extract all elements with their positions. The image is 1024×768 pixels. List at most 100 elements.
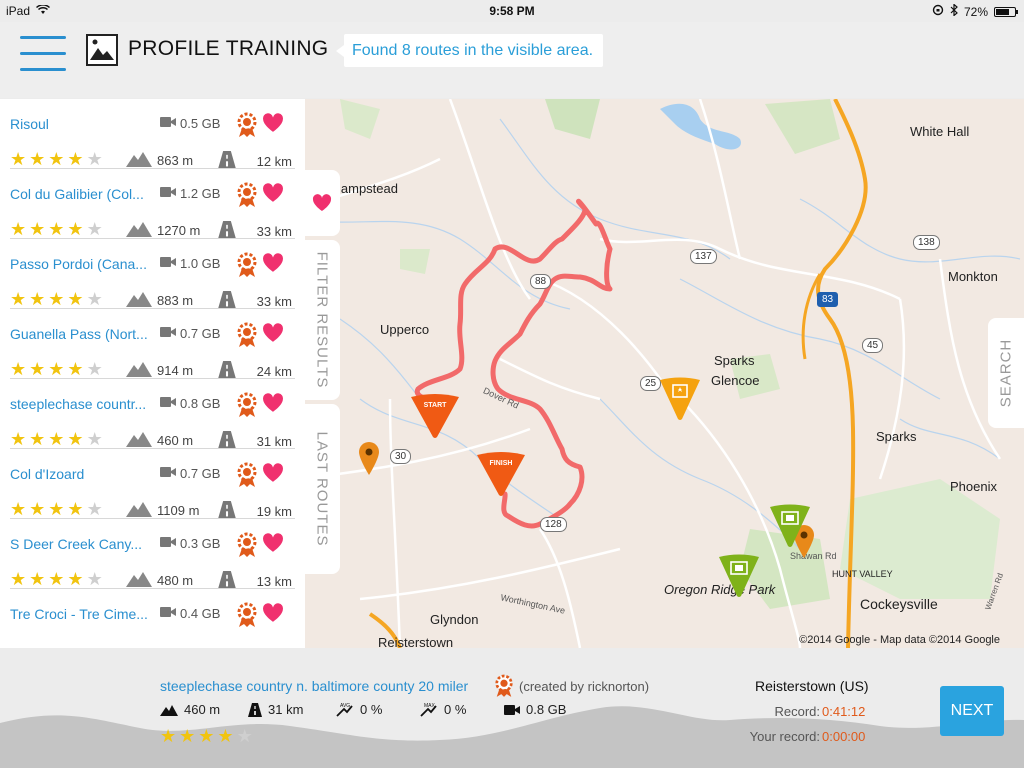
tab-favorites[interactable]: [304, 170, 340, 236]
star-icon: ★: [10, 289, 27, 309]
route-distance-value: 13 km: [256, 574, 292, 589]
route-name[interactable]: Guanella Pass (Nort...: [10, 326, 150, 342]
video-camera-icon: [160, 326, 176, 341]
road-shield: 128: [540, 517, 567, 532]
route-size: 0.8 GB: [160, 396, 220, 411]
next-button[interactable]: NEXT: [940, 686, 1004, 736]
svg-text:AVG: AVG: [340, 703, 350, 709]
route-name[interactable]: S Deer Creek Cany...: [10, 536, 150, 552]
star-icon: ★: [179, 726, 196, 746]
star-icon: ★: [236, 726, 253, 746]
star-icon: ★: [86, 569, 103, 589]
route-name[interactable]: Tre Croci - Tre Cime...: [10, 606, 150, 622]
star-icon: ★: [29, 219, 46, 239]
selected-route-panel: steeplechase country n. baltimore county…: [0, 648, 1024, 768]
star-icon: ★: [86, 219, 103, 239]
route-list-item[interactable]: Passo Pordoi (Cana... 1.0 GB ★ ★ ★ ★ ★ 883 m 33 …: [0, 239, 305, 309]
star-icon: ★: [10, 359, 27, 379]
distance-stat: 31 km: [248, 702, 303, 717]
star-icon: ★: [160, 726, 177, 746]
star-icon: ★: [10, 499, 27, 519]
map-copyright: ©2014 Google - Map data ©2014 Google: [799, 634, 1000, 646]
star-icon: ★: [67, 359, 84, 379]
favorite-heart-icon[interactable]: [262, 253, 284, 273]
route-list-item[interactable]: Guanella Pass (Nort... 0.7 GB ★ ★ ★ ★ ★ 914 m 24…: [0, 309, 305, 379]
avg-grade-icon: AVG: [336, 703, 353, 717]
favorite-heart-icon[interactable]: [262, 113, 284, 133]
place-label: Sparks: [876, 429, 917, 444]
selected-route-rating: ★ ★ ★ ★ ★: [160, 727, 253, 745]
medal-icon: [236, 182, 258, 208]
interstate-shield: 83: [817, 292, 839, 307]
route-rating: ★ ★ ★ ★ ★: [10, 360, 103, 378]
star-icon: ★: [48, 149, 65, 169]
favorite-heart-icon[interactable]: [262, 603, 284, 623]
route-distance-value: 31 km: [256, 434, 292, 449]
route-name[interactable]: Risoul: [10, 116, 150, 132]
tab-search[interactable]: SEARCH: [988, 318, 1024, 428]
place-label: Cockeysville: [860, 596, 938, 612]
your-record-label: Your record:: [749, 729, 820, 744]
route-size-value: 0.7 GB: [180, 326, 221, 341]
favorite-heart-icon[interactable]: [262, 463, 284, 483]
route-list-item[interactable]: Tre Croci - Tre Cime... 0.4 GB: [0, 589, 305, 648]
star-icon: ★: [67, 499, 84, 519]
record-value: 0:41:12: [822, 704, 866, 719]
route-name[interactable]: steeplechase countr...: [10, 396, 150, 412]
star-icon: ★: [67, 289, 84, 309]
route-size-value: 0.7 GB: [180, 466, 221, 481]
route-name[interactable]: Passo Pordoi (Cana...: [10, 256, 150, 272]
place-label: Phoenix: [950, 479, 997, 494]
heart-icon: [312, 194, 332, 211]
star-icon: ★: [86, 359, 103, 379]
max-grade-icon: MAX: [420, 703, 437, 717]
star-icon: ★: [67, 429, 84, 449]
favorite-heart-icon[interactable]: [262, 183, 284, 203]
selected-route-title[interactable]: steeplechase country n. baltimore county…: [160, 678, 468, 694]
route-distance-value: 33 km: [256, 224, 292, 239]
found-routes-message: Found 8 routes in the visible area.: [335, 34, 604, 67]
star-icon: ★: [29, 429, 46, 449]
route-elevation-value: 1109 m: [157, 503, 200, 518]
video-camera-icon: [160, 186, 176, 201]
route-name[interactable]: Col d'Izoard: [10, 466, 150, 482]
place-label: Reisterstown: [378, 635, 454, 648]
medal-icon: [236, 252, 258, 278]
star-icon: ★: [29, 149, 46, 169]
rotation-lock-icon: [932, 4, 944, 19]
medal-icon: [494, 674, 514, 698]
star-icon: ★: [48, 429, 65, 449]
tab-filter-results[interactable]: FILTER RESULTS: [304, 240, 340, 400]
place-label: Monkton: [948, 269, 998, 284]
route-list-item[interactable]: Col d'Izoard 0.7 GB ★ ★ ★ ★ ★ 1109 m 19 km: [0, 449, 305, 519]
star-icon: ★: [217, 726, 234, 746]
route-distance-value: 24 km: [256, 364, 292, 379]
favorite-heart-icon[interactable]: [262, 533, 284, 553]
route-list-item[interactable]: Risoul 0.5 GB ★ ★ ★ ★ ★ 863 m 12 km: [0, 99, 305, 169]
star-icon: ★: [29, 289, 46, 309]
profile-image-icon: [86, 34, 118, 66]
star-icon: ★: [10, 219, 27, 239]
route-rating: ★ ★ ★ ★ ★: [10, 570, 103, 588]
place-label: lampstead: [338, 181, 398, 196]
menu-button[interactable]: [20, 36, 66, 72]
star-icon: ★: [86, 429, 103, 449]
tab-last-routes[interactable]: LAST ROUTES: [304, 404, 340, 574]
star-icon: ★: [48, 569, 65, 589]
route-list-item[interactable]: S Deer Creek Cany... 0.3 GB ★ ★ ★ ★ ★ 480 m 13 k…: [0, 519, 305, 589]
place-label: Upperco: [380, 322, 430, 337]
star-icon: ★: [10, 569, 27, 589]
medal-icon: [236, 462, 258, 488]
favorite-heart-icon[interactable]: [262, 323, 284, 343]
route-list-item[interactable]: Col du Galibier (Col... 1.2 GB ★ ★ ★ ★ ★ 1270 m…: [0, 169, 305, 239]
place-label: HUNT VALLEY: [832, 569, 893, 579]
route-list-item[interactable]: steeplechase countr... 0.8 GB ★ ★ ★ ★ ★ 460 m 31…: [0, 379, 305, 449]
star-icon: ★: [29, 499, 46, 519]
road-shield: 88: [530, 274, 552, 289]
your-record-value: 0:00:00: [822, 729, 866, 744]
tab-search-label: SEARCH: [997, 338, 1015, 408]
map[interactable]: lampstead White Hall Monkton Upperco Spa…: [300, 99, 1024, 648]
favorite-heart-icon[interactable]: [262, 393, 284, 413]
route-name[interactable]: Col du Galibier (Col...: [10, 186, 150, 202]
size-stat: 0.8 GB: [504, 702, 566, 717]
